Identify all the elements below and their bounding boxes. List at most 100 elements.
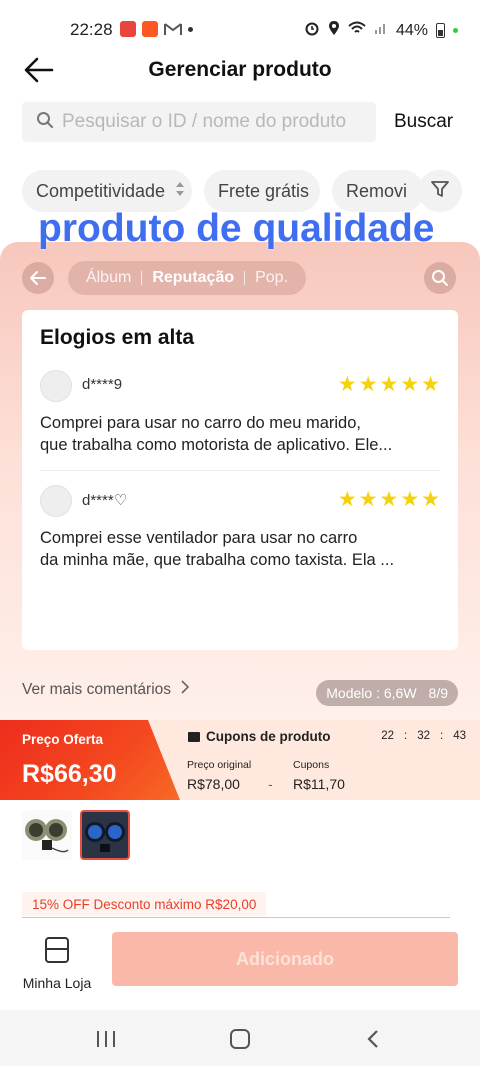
review-line: Comprei esse ventilador para usar no car… — [40, 529, 358, 547]
review-line: Comprei para usar no carro do meu marido… — [40, 414, 361, 432]
review-username: d****9 — [82, 376, 123, 393]
original-price-value: R$78,00 — [187, 776, 240, 792]
page-title: Gerenciar produto — [148, 58, 332, 81]
original-price-label: Preço original — [187, 759, 252, 771]
star-icon: ★ — [358, 373, 378, 396]
model-index: 8/9 — [428, 685, 448, 701]
coupons-title-label: Cupons de produto — [206, 729, 331, 744]
countdown-timer: 22 : 32 : 43 — [381, 730, 466, 742]
review-line: da minha mãe, que trabalha como taxista.… — [40, 551, 395, 569]
more-comments-link[interactable]: Ver mais comentários — [22, 680, 190, 699]
chip-label: Competitividade — [36, 180, 166, 201]
funnel-icon — [430, 179, 450, 204]
review-text: Comprei para usar no carro do meu marido… — [40, 412, 440, 456]
status-time: 22:28 — [70, 20, 113, 39]
tab-album[interactable]: Álbum — [76, 269, 141, 287]
review-username: d****♡ — [82, 492, 128, 509]
chip-label: Frete grátis — [218, 180, 310, 201]
countdown-sep: : — [440, 730, 444, 742]
tab-reputacao[interactable]: Reputação — [142, 269, 244, 287]
chip-label: Removi — [346, 180, 408, 201]
more-comments-label: Ver mais comentários — [22, 680, 172, 698]
coupon-label: Cupons — [293, 759, 330, 771]
overlay-caption: produto de qualidade — [38, 207, 435, 250]
added-button[interactable]: Adicionado — [112, 932, 458, 986]
price-bar: Preço Oferta R$66,30 Cupons de produto 2… — [0, 720, 480, 800]
star-icon: ★ — [421, 488, 440, 511]
divider — [40, 470, 440, 471]
star-icon: ★ — [379, 373, 399, 396]
discount-badge: 15% OFF Desconto máximo R$20,00 — [22, 892, 267, 916]
battery-icon — [436, 23, 445, 38]
panel-search-button[interactable] — [424, 262, 456, 294]
star-icon: ★ — [400, 373, 420, 396]
search-box[interactable] — [22, 102, 376, 142]
coupons-title: Cupons de produto — [188, 729, 330, 744]
coupon-value: R$11,70 — [293, 776, 345, 792]
countdown-sep: : — [404, 730, 408, 742]
minus-sign: - — [268, 776, 273, 792]
recent-apps-icon[interactable] — [94, 1028, 118, 1050]
reviews-card: Elogios em alta d****9 ★ ★ ★ ★ ★ Comprei par… — [22, 310, 458, 650]
my-store-button[interactable]: Minha Loja — [22, 936, 92, 998]
star-icon: ★ — [421, 373, 440, 396]
variant-thumbnails — [22, 810, 130, 864]
offer-price-value: R$66,30 — [22, 760, 117, 788]
signal-icon — [374, 21, 388, 40]
system-nav-bar — [0, 1010, 480, 1066]
countdown-hours: 22 — [381, 730, 394, 742]
variant-thumbnail[interactable] — [22, 810, 72, 860]
star-icon: ★ — [337, 488, 357, 511]
filter-chips: Competitividade Frete grátis Removi — [22, 170, 462, 212]
coupon-icon — [188, 731, 200, 742]
photos-icon — [120, 21, 136, 37]
countdown-minutes: 32 — [417, 730, 430, 742]
countdown-seconds: 43 — [453, 730, 466, 742]
model-indicator: Modelo : 6,6W 8/9 — [316, 680, 458, 706]
battery-percent: 44% — [395, 21, 428, 39]
alarm-icon — [304, 20, 320, 41]
dot-icon — [188, 27, 193, 32]
review-item[interactable]: d****9 ★ ★ ★ ★ ★ Comprei para usar no carro … — [40, 370, 440, 470]
offer-price-label: Preço Oferta — [22, 732, 104, 747]
chip-competitividade[interactable]: Competitividade — [22, 170, 192, 212]
filter-button[interactable] — [418, 170, 462, 212]
review-text: Comprei esse ventilador para usar no car… — [40, 527, 440, 571]
reviews-heading: Elogios em alta — [40, 326, 195, 349]
search-input[interactable] — [62, 111, 362, 133]
wifi-icon — [348, 21, 366, 40]
star-icon: ★ — [400, 488, 420, 511]
home-icon[interactable] — [228, 1028, 252, 1050]
product-panel: Álbum Reputação Pop. Elogios em alta d**… — [0, 242, 480, 722]
avatar — [40, 370, 72, 402]
tab-pop[interactable]: Pop. — [245, 269, 298, 287]
status-right: 44% — [304, 20, 458, 41]
gmail-icon — [164, 21, 182, 40]
panel-back-button[interactable] — [22, 262, 54, 294]
store-label: Minha Loja — [22, 975, 92, 991]
video-icon — [142, 21, 158, 37]
store-icon — [44, 936, 70, 969]
app-header: Gerenciar produto — [0, 46, 480, 94]
star-icon: ★ — [358, 488, 378, 511]
sort-icon — [175, 181, 185, 202]
star-rating: ★ ★ ★ ★ ★ — [338, 487, 440, 512]
review-item[interactable]: d****♡ ★ ★ ★ ★ ★ Comprei esse ventilador par… — [40, 485, 440, 585]
chip-removidos[interactable]: Removi — [332, 170, 424, 212]
star-rating: ★ ★ ★ ★ ★ — [338, 372, 440, 397]
discount-row: 15% OFF Desconto máximo R$20,00 — [22, 892, 450, 918]
avatar — [40, 485, 72, 517]
search-row: Buscar — [22, 102, 462, 142]
chip-frete-gratis[interactable]: Frete grátis — [204, 170, 320, 212]
review-line: que trabalha como motorista de aplicativ… — [40, 436, 393, 454]
location-icon — [328, 20, 340, 41]
variant-thumbnail-selected[interactable] — [80, 810, 130, 860]
panel-tabs: Álbum Reputação Pop. — [68, 261, 306, 295]
model-label: Modelo : 6,6W — [326, 685, 417, 701]
search-button[interactable]: Buscar — [394, 111, 453, 133]
star-icon: ★ — [379, 488, 399, 511]
back-icon[interactable] — [362, 1028, 386, 1050]
privacy-dot-icon — [453, 28, 458, 33]
divider — [22, 917, 450, 918]
star-icon: ★ — [337, 373, 357, 396]
